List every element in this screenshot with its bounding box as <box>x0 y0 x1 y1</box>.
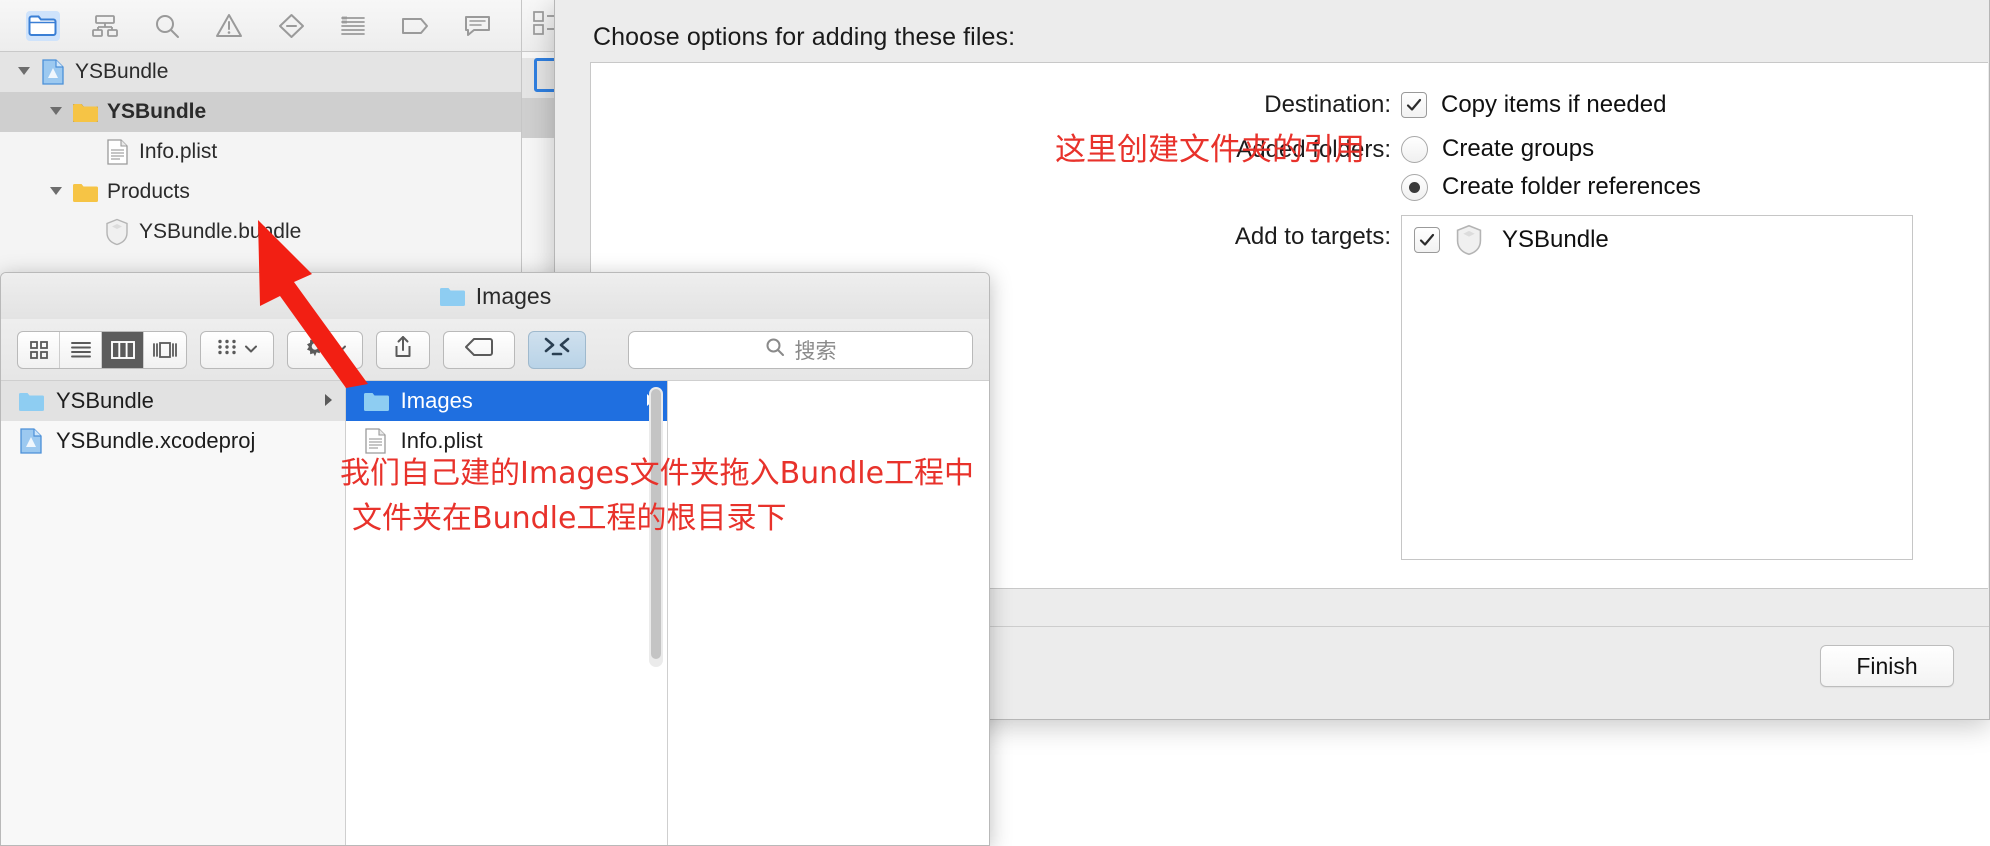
navigator-toolbar <box>0 0 521 52</box>
tag-icon <box>464 337 494 362</box>
copy-items-option[interactable]: Copy items if needed <box>1401 91 1666 119</box>
tree-item-ysbundle-project[interactable]: YSBundle <box>0 52 521 92</box>
list-item[interactable]: Images <box>345 381 668 421</box>
tree-item-label: YSBundle.bundle <box>139 220 302 243</box>
breakpoint-icon[interactable] <box>274 11 308 41</box>
tag-icon[interactable] <box>398 11 432 41</box>
list-item-label: YSBundle <box>56 388 154 413</box>
disclosure-triangle-icon[interactable] <box>46 181 68 203</box>
tree-item-ysbundle-folder[interactable]: YSBundle <box>0 92 521 132</box>
list-item[interactable]: YSBundle.xcodeproj <box>1 421 345 461</box>
finder-title-label: Images <box>475 282 552 309</box>
target-name-label: YSBundle <box>1502 226 1609 253</box>
annotation-bottom-line1: 我们自己建的Images文件夹拖入Bundle工程中 <box>340 456 975 491</box>
bundle-icon <box>1454 224 1488 256</box>
create-groups-radio[interactable] <box>1401 135 1428 163</box>
create-groups-option[interactable]: Create groups <box>1401 135 1594 163</box>
bundle-icon <box>104 218 130 246</box>
gear-icon <box>303 335 327 364</box>
finder-toolbar: 搜索 <box>1 319 989 381</box>
tree-item-ysbundle-bundle[interactable]: YSBundle.bundle <box>0 212 521 252</box>
share-button[interactable] <box>376 330 430 369</box>
tree-item-label: Info.plist <box>139 140 218 163</box>
arrange-button[interactable] <box>200 330 274 369</box>
warning-icon[interactable] <box>212 11 246 41</box>
search-placeholder: 搜索 <box>794 339 837 363</box>
list-item[interactable]: YSBundle <box>1 381 345 421</box>
search-icon[interactable] <box>150 11 184 41</box>
folder-blue-icon <box>17 388 45 414</box>
folder-blue-icon <box>439 285 467 307</box>
folder-yellow-icon <box>72 178 98 206</box>
grid-dots-icon <box>216 338 238 361</box>
finder-column-1: YSBundle YSBundle.xcodeproj <box>1 381 346 845</box>
disclosure-triangle-icon[interactable] <box>46 101 68 123</box>
list-item-label: YSBundle.xcodeproj <box>56 428 256 453</box>
target-checkbox[interactable] <box>1414 227 1440 253</box>
tree-item-label: Products <box>107 180 190 203</box>
create-groups-label: Create groups <box>1442 135 1595 162</box>
column-view-icon[interactable] <box>102 331 144 368</box>
tree-item-products[interactable]: Products <box>0 172 521 212</box>
destination-label: Destination: <box>1264 91 1391 118</box>
finder-titlebar: Images <box>1 273 989 319</box>
copy-items-label: Copy items if needed <box>1441 91 1667 118</box>
search-input[interactable]: 搜索 <box>628 330 973 369</box>
tree-item-label: YSBundle <box>75 60 169 83</box>
finish-button[interactable]: Finish <box>1820 645 1954 687</box>
plist-file-icon <box>104 138 130 166</box>
tree-item-label: YSBundle <box>107 100 207 123</box>
folder-yellow-icon <box>72 98 98 126</box>
targets-list: YSBundle <box>1401 215 1913 560</box>
dialog-title: Choose options for adding these files: <box>593 23 1016 51</box>
icon-view-icon[interactable] <box>18 331 60 368</box>
target-row[interactable]: YSBundle <box>1402 216 1912 264</box>
create-folder-references-option[interactable]: Create folder references <box>1401 173 1701 201</box>
comment-icon[interactable] <box>460 11 494 41</box>
tags-button[interactable] <box>443 330 515 369</box>
action-button[interactable] <box>287 330 363 369</box>
folder-icon[interactable] <box>26 10 60 41</box>
share-icon <box>393 335 413 364</box>
chevron-down-icon <box>244 341 258 359</box>
list-item-label: Images <box>400 388 473 413</box>
terminal-icon <box>543 336 571 363</box>
annotation-top-right: 这里创建文件夹的引用 <box>1055 132 1365 168</box>
hierarchy-icon[interactable] <box>88 11 122 41</box>
list-view-icon[interactable] <box>60 331 102 368</box>
add-to-targets-label: Add to targets: <box>1234 223 1391 250</box>
terminal-button[interactable] <box>528 330 586 369</box>
chevron-down-icon <box>333 341 347 359</box>
create-folder-references-label: Create folder references <box>1442 173 1701 200</box>
create-folder-references-radio[interactable] <box>1401 173 1428 201</box>
disclosure-triangle-icon[interactable] <box>14 61 36 83</box>
finder-window: Images 搜索 YSBundle YSBundle.xcodeproj Im… <box>0 272 990 846</box>
folder-blue-icon <box>362 388 390 414</box>
destination-row: Destination: <box>591 91 1391 119</box>
add-to-targets-row: Add to targets: <box>591 223 1391 251</box>
xcode-project-icon <box>40 58 66 86</box>
tree-item-info-plist[interactable]: Info.plist <box>0 132 521 172</box>
report-icon[interactable] <box>336 11 370 41</box>
copy-items-checkbox[interactable] <box>1401 92 1427 118</box>
view-mode-segmented-control[interactable] <box>17 330 187 369</box>
annotation-bottom-line2: 文件夹在Bundle工程的根目录下 <box>352 501 787 536</box>
chevron-right-icon <box>323 388 335 414</box>
gallery-view-icon[interactable] <box>144 332 186 368</box>
search-icon <box>765 337 785 363</box>
xcode-project-icon <box>17 428 45 454</box>
